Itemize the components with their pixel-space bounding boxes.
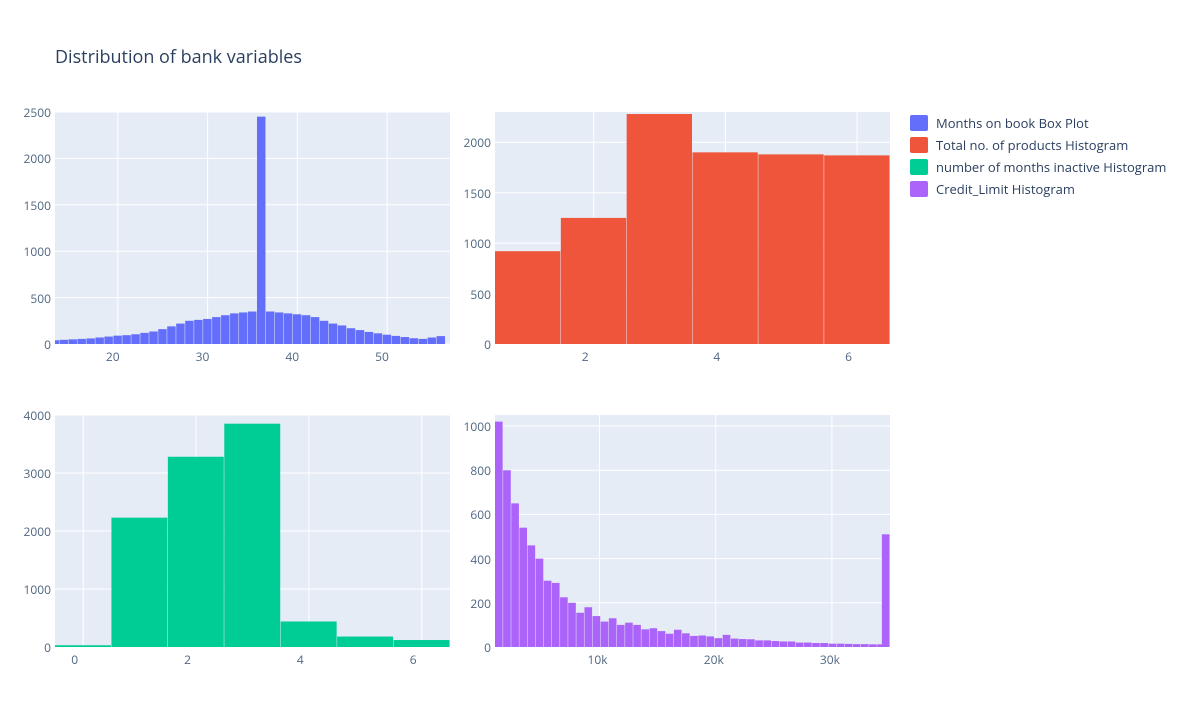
y-tick-label: 500	[443, 286, 491, 303]
x-tick-label: 40	[285, 348, 299, 365]
x-tick-label: 20	[106, 348, 120, 365]
subplot-months-inactive[interactable]	[55, 415, 450, 647]
y-tick-label: 1500	[443, 185, 491, 202]
legend-item[interactable]: number of months inactive Histogram	[910, 156, 1166, 178]
y-tick-label: 400	[443, 551, 491, 568]
y-tick-label: 1000	[3, 243, 51, 260]
y-tick-label: 0	[3, 639, 51, 656]
legend-swatch	[910, 159, 928, 175]
y-tick-label: 600	[443, 506, 491, 523]
x-tick-label: 30	[196, 348, 210, 365]
subplot-credit-limit[interactable]	[495, 415, 890, 647]
x-tick-label: 6	[845, 348, 852, 365]
y-tick-label: 200	[443, 595, 491, 612]
y-tick-label: 1000	[3, 581, 51, 598]
y-tick-label: 2500	[3, 104, 51, 121]
y-tick-label: 1000	[443, 235, 491, 252]
y-tick-label: 0	[443, 639, 491, 656]
x-tick-label: 10k	[588, 651, 608, 668]
x-tick-label: 0	[71, 651, 78, 668]
y-tick-label: 2000	[3, 150, 51, 167]
y-tick-label: 0	[443, 336, 491, 353]
legend-swatch	[910, 181, 928, 197]
y-tick-label: 4000	[3, 407, 51, 424]
x-tick-label: 6	[410, 651, 417, 668]
legend-swatch	[910, 115, 928, 131]
legend-item[interactable]: Months on book Box Plot	[910, 112, 1166, 134]
x-tick-label: 4	[713, 348, 720, 365]
legend-swatch	[910, 137, 928, 153]
x-tick-label: 30k	[820, 651, 840, 668]
y-tick-label: 2000	[3, 523, 51, 540]
x-tick-label: 20k	[704, 651, 724, 668]
legend: Months on book Box Plot Total no. of pro…	[910, 112, 1166, 200]
legend-label: Total no. of products Histogram	[936, 136, 1128, 154]
legend-label: Credit_Limit Histogram	[936, 180, 1075, 198]
x-tick-label: 4	[297, 651, 304, 668]
legend-label: number of months inactive Histogram	[936, 158, 1166, 176]
y-tick-label: 800	[443, 462, 491, 479]
legend-item[interactable]: Credit_Limit Histogram	[910, 178, 1166, 200]
y-tick-label: 1000	[443, 418, 491, 435]
y-tick-label: 0	[3, 336, 51, 353]
y-tick-label: 1500	[3, 197, 51, 214]
page-title: Distribution of bank variables	[55, 45, 302, 69]
subplot-total-products[interactable]	[495, 112, 890, 344]
legend-label: Months on book Box Plot	[936, 114, 1089, 132]
legend-item[interactable]: Total no. of products Histogram	[910, 134, 1166, 156]
x-tick-label: 50	[375, 348, 389, 365]
x-tick-label: 2	[582, 348, 589, 365]
y-tick-label: 500	[3, 290, 51, 307]
subplot-months-on-book[interactable]	[55, 112, 450, 344]
y-tick-label: 2000	[443, 134, 491, 151]
y-tick-label: 3000	[3, 465, 51, 482]
x-tick-label: 2	[184, 651, 191, 668]
